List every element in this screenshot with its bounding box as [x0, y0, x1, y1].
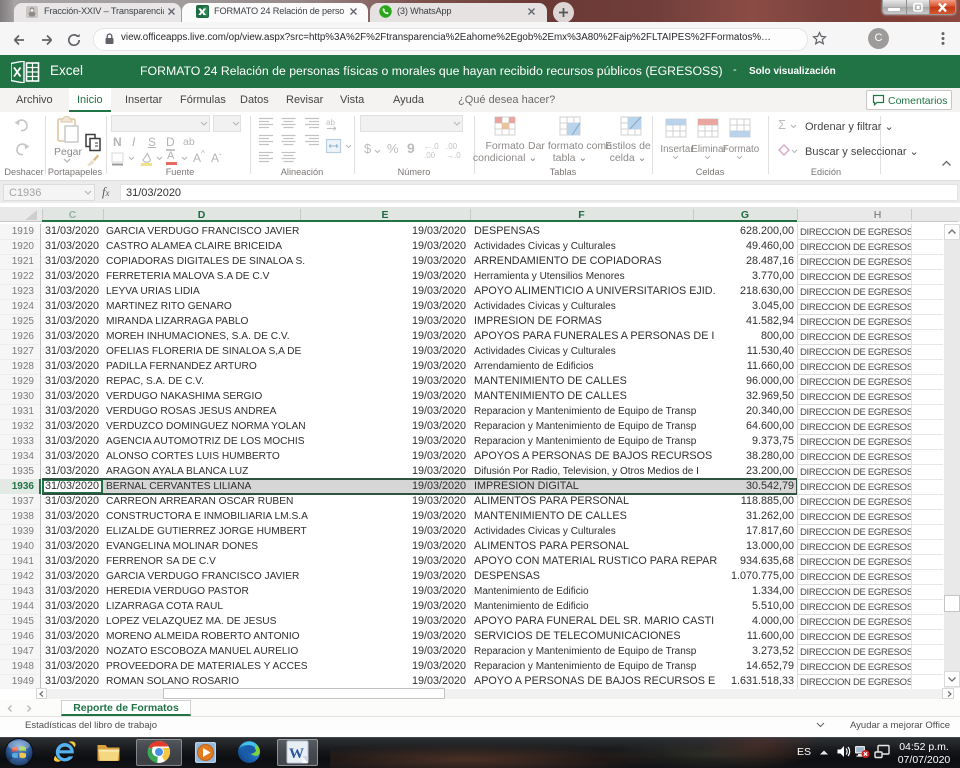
svg-text:ab: ab: [326, 118, 335, 127]
svg-text:W: W: [289, 746, 304, 762]
